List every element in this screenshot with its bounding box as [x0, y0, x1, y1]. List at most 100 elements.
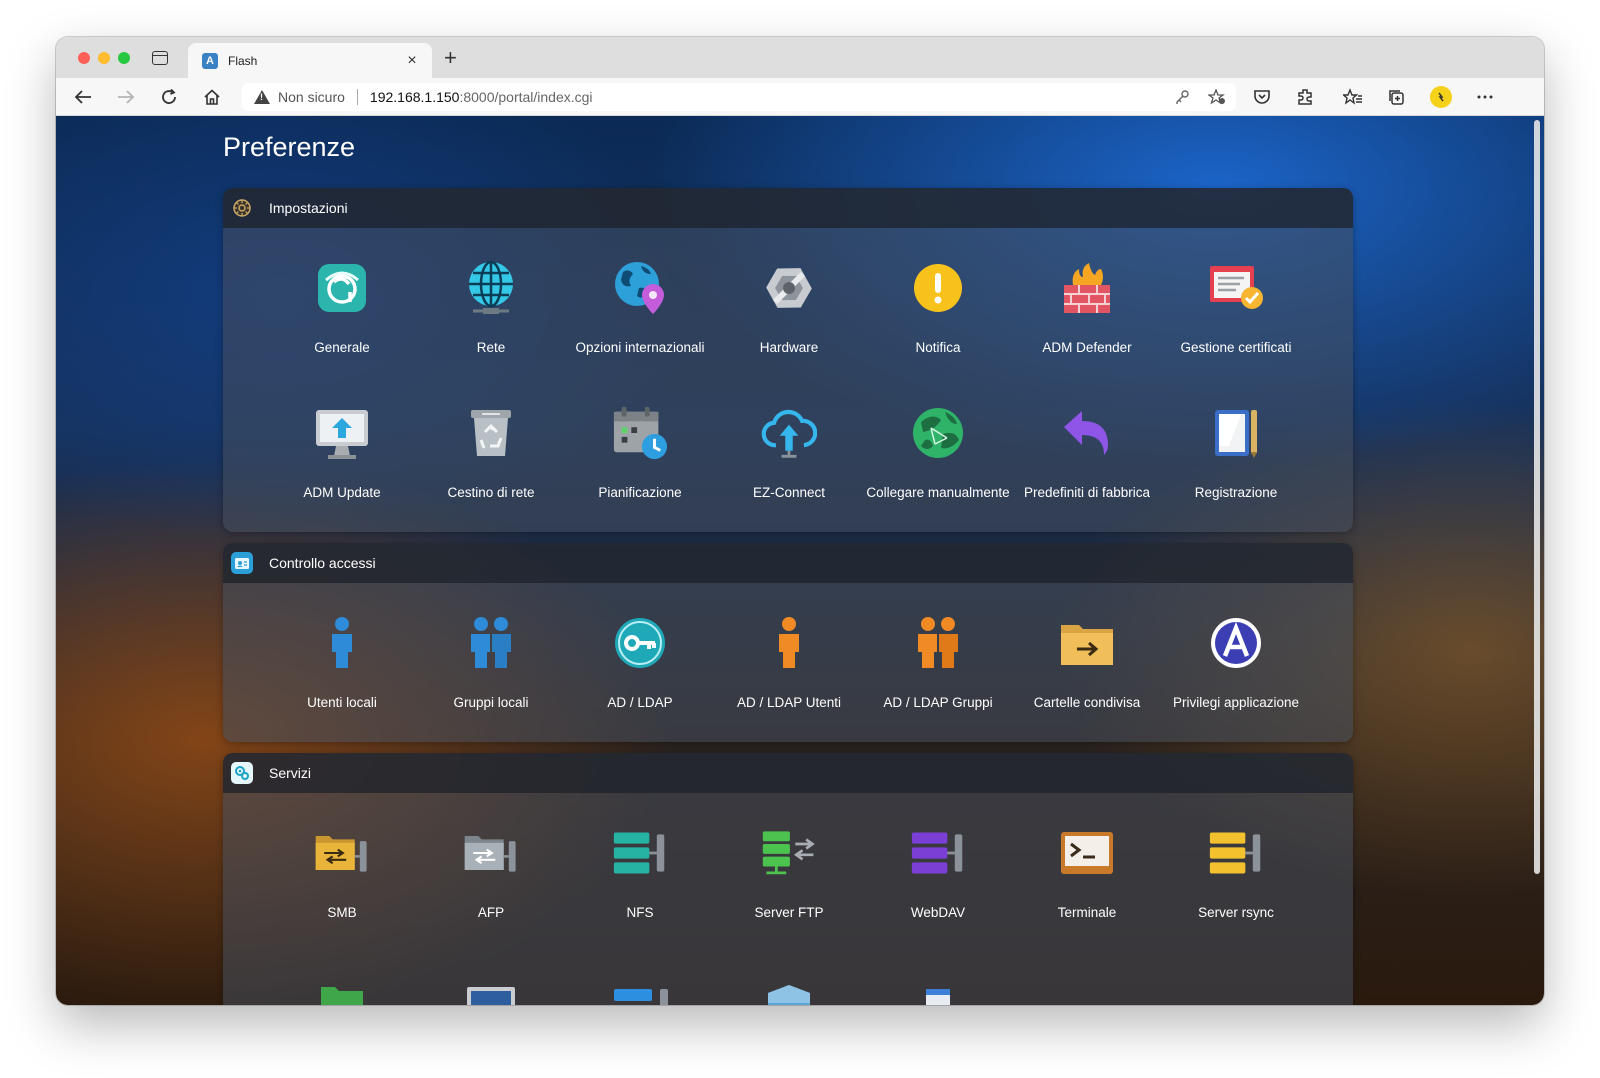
- app-utenti-locali[interactable]: Utenti locali: [268, 615, 416, 712]
- profile-avatar[interactable]: [1430, 86, 1452, 108]
- app-smb[interactable]: SMB: [268, 825, 416, 922]
- close-window-button[interactable]: [78, 52, 90, 64]
- app-label: Predefiniti di fabbrica: [1023, 485, 1151, 500]
- app-generale[interactable]: Generale: [268, 260, 416, 357]
- app-terminale[interactable]: Terminale: [1013, 825, 1161, 922]
- app-partial-1[interactable]: [268, 975, 416, 1005]
- local-group-icon: [463, 615, 519, 671]
- section-title: Controllo accessi: [269, 555, 376, 571]
- document-icon: [910, 975, 966, 1005]
- app-cestino-di-rete[interactable]: Cestino di rete: [417, 405, 565, 502]
- app-label: Server FTP: [754, 905, 824, 920]
- app-partial-4[interactable]: [715, 975, 863, 1005]
- monitor-update-icon: [314, 405, 370, 461]
- app-predefiniti-di-fabbrica[interactable]: Predefiniti di fabbrica: [1013, 405, 1161, 502]
- local-user-icon: [314, 615, 370, 671]
- app-label: Rete: [476, 340, 506, 355]
- terminal-icon: [1059, 825, 1115, 881]
- app-label: NFS: [626, 905, 654, 920]
- app-label: Utenti locali: [307, 695, 377, 710]
- smb-folder-icon: [314, 825, 370, 881]
- monitor-icon: [463, 975, 519, 1005]
- app-opzioni-internazionali[interactable]: Opzioni internazionali: [566, 260, 714, 357]
- ldap-group-icon: [910, 615, 966, 671]
- app-label: Opzioni internazionali: [575, 340, 705, 355]
- webdav-server-icon: [910, 825, 966, 881]
- zoom-window-button[interactable]: [118, 52, 130, 64]
- app-nfs[interactable]: NFS: [566, 825, 714, 922]
- address-bar[interactable]: Non sicuro 192.168.1.150 :8000/portal/in…: [242, 83, 1236, 111]
- reset-arrow-icon: [1059, 405, 1115, 461]
- shared-folder-icon: [1059, 615, 1115, 671]
- app-label: Collegare manualmente: [866, 485, 1010, 500]
- app-pianificazione[interactable]: Pianificazione: [566, 405, 714, 502]
- app-partial-2[interactable]: [417, 975, 565, 1005]
- app-label: EZ-Connect: [752, 485, 826, 500]
- section-controllo-accessi: Controllo accessi Utenti locali Gruppi l…: [223, 543, 1353, 742]
- collections-icon[interactable]: [1385, 87, 1407, 107]
- app-rete[interactable]: Rete: [417, 260, 565, 357]
- section-impostazioni: Impostazioni Generale Rete Opzioni inter…: [223, 188, 1353, 532]
- access-control-icon: [231, 552, 253, 574]
- notification-alert-icon: [910, 260, 966, 316]
- forward-button[interactable]: [113, 85, 139, 109]
- recycle-bin-icon: [463, 405, 519, 461]
- app-gestione-certificati[interactable]: Gestione certificati: [1162, 260, 1310, 357]
- tab-actions-icon[interactable]: [152, 51, 168, 65]
- app-label: Gruppi locali: [453, 695, 529, 710]
- pocket-icon[interactable]: [1251, 87, 1273, 107]
- extensions-icon[interactable]: [1294, 87, 1316, 107]
- calendar-clock-icon: [612, 405, 668, 461]
- tab-close-icon[interactable]: ×: [402, 52, 422, 70]
- app-hardware[interactable]: Hardware: [715, 260, 863, 357]
- app-cartelle-condivisa[interactable]: Cartelle condivisa: [1013, 615, 1161, 712]
- app-label: ADM Defender: [1042, 340, 1132, 355]
- app-server-rsync[interactable]: Server rsync: [1162, 825, 1310, 922]
- minimize-window-button[interactable]: [98, 52, 110, 64]
- cloud-upload-icon: [761, 405, 817, 461]
- blue-server-icon: [612, 975, 668, 1005]
- app-webdav[interactable]: WebDAV: [864, 825, 1012, 922]
- add-favorite-icon[interactable]: [1207, 88, 1226, 108]
- app-ad-ldap[interactable]: AD / LDAP: [566, 615, 714, 712]
- key-icon[interactable]: [1174, 89, 1190, 108]
- app-ad-ldap-utenti[interactable]: AD / LDAP Utenti: [715, 615, 863, 712]
- afp-folder-icon: [463, 825, 519, 881]
- page-scrollbar[interactable]: [1534, 120, 1540, 874]
- app-adm-update[interactable]: ADM Update: [268, 405, 416, 502]
- app-ad-ldap-gruppi[interactable]: AD / LDAP Gruppi: [864, 615, 1012, 712]
- more-menu-icon[interactable]: [1474, 87, 1496, 107]
- app-server-ftp[interactable]: Server FTP: [715, 825, 863, 922]
- ldap-user-icon: [761, 615, 817, 671]
- app-ez-connect[interactable]: EZ-Connect: [715, 405, 863, 502]
- browser-window: A Flash × + Non sicuro 192.168.1.150 :80…: [56, 37, 1544, 1005]
- ftp-server-icon: [761, 825, 817, 881]
- address-bar-actions: [1174, 88, 1226, 108]
- security-label[interactable]: Non sicuro: [278, 89, 345, 105]
- globe-location-icon: [612, 260, 668, 316]
- app-afp[interactable]: AFP: [417, 825, 565, 922]
- tab-flash[interactable]: A Flash ×: [188, 43, 432, 78]
- app-adm-defender[interactable]: ADM Defender: [1013, 260, 1161, 357]
- url-path: :8000/portal/index.cgi: [459, 89, 593, 105]
- tab-strip: A Flash × +: [56, 37, 1544, 78]
- section-servizi: Servizi SMB AFP NFS Server FTP WebDAV Te…: [223, 753, 1353, 1005]
- home-button[interactable]: [199, 85, 225, 109]
- firewall-icon: [1059, 260, 1115, 316]
- app-privilegi-applicazione[interactable]: Privilegi applicazione: [1162, 615, 1310, 712]
- app-registrazione[interactable]: Registrazione: [1162, 405, 1310, 502]
- log-book-icon: [1208, 405, 1264, 461]
- tab-title: Flash: [228, 53, 258, 68]
- reload-button[interactable]: [156, 85, 182, 109]
- app-privilege-icon: [1208, 615, 1264, 671]
- app-partial-3[interactable]: [566, 975, 714, 1005]
- app-gruppi-locali[interactable]: Gruppi locali: [417, 615, 565, 712]
- app-collegare-manualmente[interactable]: Collegare manualmente: [864, 405, 1012, 502]
- app-label: Pianificazione: [598, 485, 682, 500]
- ldap-key-icon: [612, 615, 668, 671]
- app-partial-5[interactable]: [864, 975, 1012, 1005]
- back-button[interactable]: [70, 85, 96, 109]
- app-notifica[interactable]: Notifica: [864, 260, 1012, 357]
- new-tab-button[interactable]: +: [444, 47, 457, 69]
- favorites-icon[interactable]: [1342, 87, 1364, 107]
